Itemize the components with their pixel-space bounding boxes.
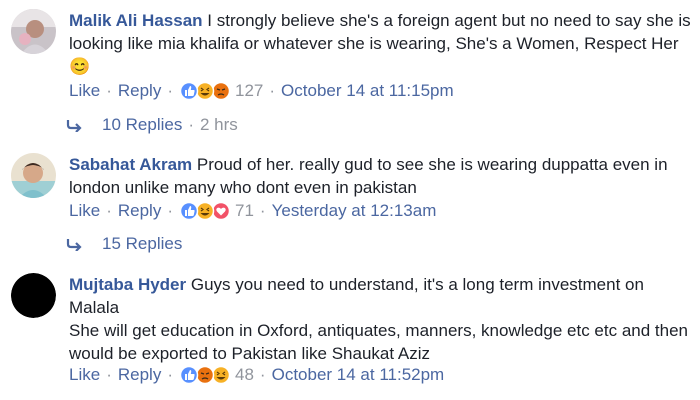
like-reaction-icon [179,201,199,221]
comment-body: Sabahat Akram Proud of her. really gud t… [69,153,694,199]
like-button[interactable]: Like [69,80,100,102]
replies-count-link[interactable]: 10 Replies [102,114,182,136]
avatar[interactable] [11,153,56,198]
like-reaction-icon [179,81,199,101]
comment-actions: Like · Reply · 48 · October 14 at 11:52p… [69,364,444,386]
angry-reaction-icon [195,365,215,385]
like-button[interactable]: Like [69,364,100,386]
like-button[interactable]: Like [69,200,100,222]
timestamp[interactable]: October 14 at 11:15pm [281,80,454,102]
reply-button[interactable]: Reply [118,80,161,102]
reply-button[interactable]: Reply [118,364,161,386]
reaction-count[interactable]: 71 [235,200,254,222]
reply-button[interactable]: Reply [118,200,161,222]
separator: · [167,81,173,100]
angry-reaction-icon [211,81,231,101]
reaction-count[interactable]: 48 [235,364,254,386]
separator: · [167,201,173,220]
reply-arrow-icon [66,239,82,251]
reply-arrow-icon [66,120,82,132]
separator: · [259,201,266,220]
like-reaction-icon [179,365,199,385]
author-name[interactable]: Mujtaba Hyder [69,275,186,294]
separator: · [259,365,266,384]
timestamp[interactable]: October 14 at 11:52pm [272,364,445,386]
haha-reaction-icon [195,81,215,101]
separator: · [106,81,112,100]
separator: · [269,81,276,100]
view-replies[interactable]: 10 Replies · 2 hrs [66,114,238,136]
comment-actions: Like · Reply · 127 · October 14 at 11:15… [69,80,454,102]
love-reaction-icon [211,201,231,221]
separator: · [167,365,173,384]
view-replies[interactable]: 15 Replies [66,233,182,255]
avatar[interactable] [11,273,56,318]
reaction-count[interactable]: 127 [235,80,263,102]
comment-text-line-2: She will get education in Oxford, antiqu… [69,321,688,363]
reactions-summary[interactable] [179,201,231,221]
haha-reaction-icon [195,201,215,221]
separator: · [106,365,112,384]
avatar[interactable] [11,9,56,54]
replies-count-link[interactable]: 15 Replies [102,233,182,255]
author-name[interactable]: Malik Ali Hassan [69,11,203,30]
separator: · [188,115,194,134]
replies-time: 2 hrs [200,115,238,134]
reactions-summary[interactable] [179,365,231,385]
haha-reaction-icon [211,365,231,385]
comment-actions: Like · Reply · 71 · Yesterday at 12:13am [69,200,436,222]
smiling-emoji: 😊 [69,57,91,76]
comment-body: Mujtaba Hyder Guys you need to understan… [69,273,694,365]
timestamp[interactable]: Yesterday at 12:13am [272,200,437,222]
reactions-summary[interactable] [179,81,231,101]
separator: · [106,201,112,220]
comment-body: Malik Ali Hassan I strongly believe she'… [69,9,694,78]
author-name[interactable]: Sabahat Akram [69,155,192,174]
